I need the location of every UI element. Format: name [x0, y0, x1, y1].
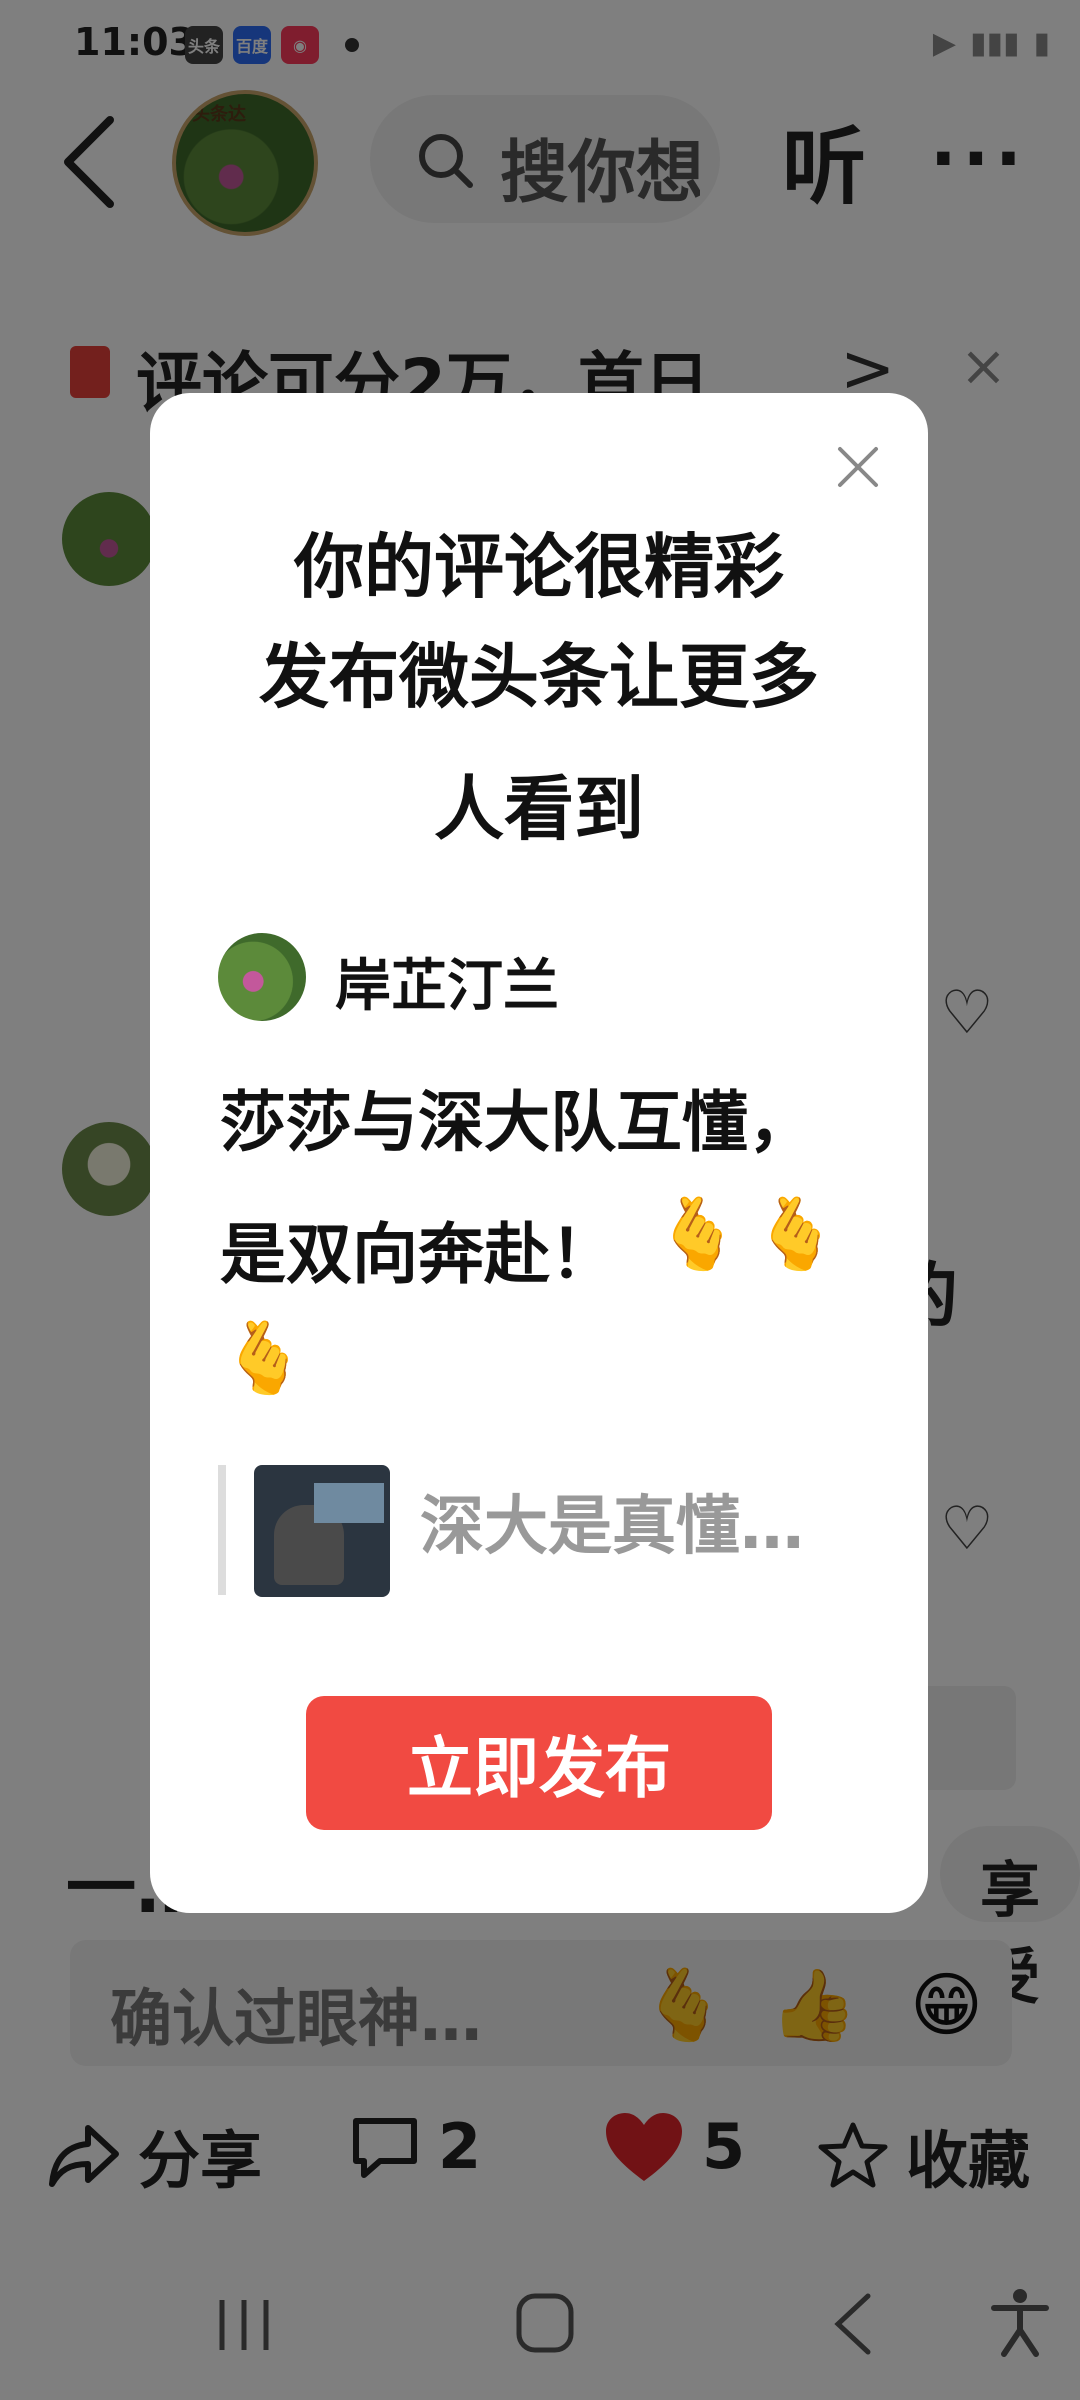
dialog-title-line-2: 发布微头条让更多	[259, 636, 819, 718]
dialog-title-line-1: 你的评论很精彩	[294, 526, 784, 608]
quote-bar	[218, 1465, 226, 1595]
quoted-article[interactable]: 深大是真懂…	[218, 1465, 828, 1597]
publish-button[interactable]: 立即发布	[306, 1696, 772, 1830]
dialog-title-line-3: 人看到	[434, 768, 644, 850]
finger-heart-emoji: 🫰	[752, 1193, 840, 1275]
thumbnail-window	[314, 1483, 384, 1523]
quoted-article-title: 深大是真懂…	[420, 1490, 804, 1564]
article-thumbnail	[254, 1465, 390, 1597]
finger-heart-emoji: 🫰	[220, 1317, 308, 1399]
publish-prompt-dialog: 你的评论很精彩 发布微头条让更多 人看到 岸芷汀兰 莎莎与深大队互懂， 是双向奔…	[150, 393, 928, 1913]
comment-line-2: 是双向奔赴！	[220, 1216, 616, 1293]
finger-heart-emoji: 🫰	[654, 1193, 742, 1275]
comment-line-1: 莎莎与深大队互懂，	[220, 1084, 814, 1161]
username: 岸芷汀兰	[335, 954, 559, 1019]
user-avatar	[218, 933, 306, 1021]
close-icon[interactable]	[830, 439, 886, 495]
